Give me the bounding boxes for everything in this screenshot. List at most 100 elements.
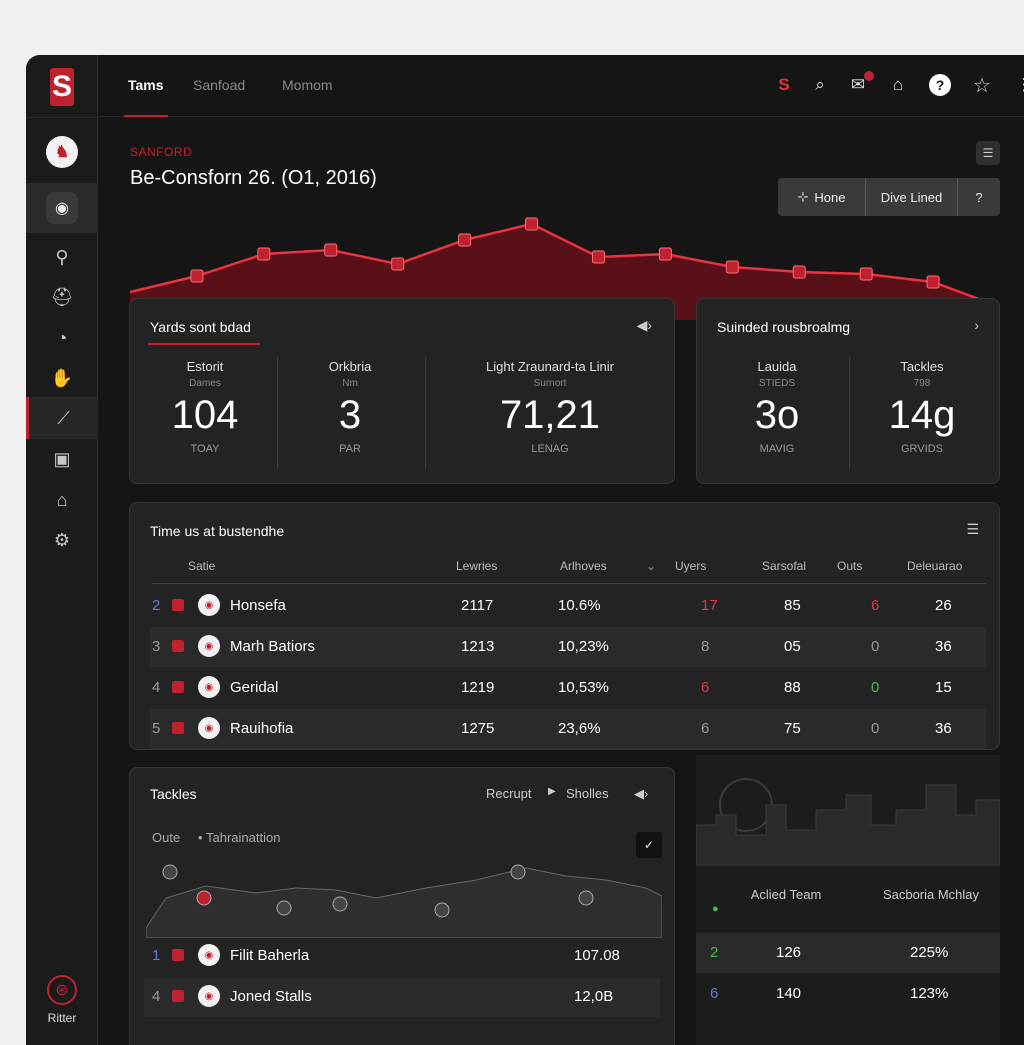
tab-tams[interactable]: Tams [128, 77, 164, 93]
player-avatar: ◉ [198, 594, 220, 616]
tackles-row[interactable]: 1 ◉ Filit Baherla 107.08 [144, 936, 660, 976]
trend-point[interactable] [324, 243, 338, 257]
home-icon[interactable]: ⌂ [886, 73, 910, 97]
trend-point[interactable] [591, 250, 605, 264]
tackles-point[interactable] [434, 902, 450, 918]
col-header-uyers[interactable]: Uyers [675, 559, 706, 573]
sidebar-item-training[interactable]: ✋ [26, 358, 98, 398]
col-header-arlhoves[interactable]: Arlhoves [560, 559, 607, 573]
team-flag-icon [172, 681, 184, 693]
trend-point[interactable] [926, 275, 940, 289]
tackles-point[interactable] [578, 890, 594, 906]
stat-footer: MAVIG [759, 443, 795, 455]
helmet-icon: ⛑ [50, 286, 74, 307]
stat-footer: TOAY [190, 443, 220, 455]
help-icon[interactable]: ? [928, 73, 952, 97]
col-header-name[interactable]: Satie [188, 559, 215, 573]
team-logo[interactable]: S [50, 68, 74, 106]
table-row[interactable]: 2 ◉ Honsefa 2117 10.6% 17 85 6 26 [150, 586, 986, 626]
active-tab-indicator [124, 115, 168, 117]
stat-value: 3o [754, 393, 800, 437]
sidebar-item-calendar[interactable]: ▣ [26, 439, 98, 479]
team-flag-icon [172, 949, 184, 961]
chevron-down-icon[interactable]: ⌄ [646, 559, 656, 573]
table-menu-icon[interactable]: ☰ [966, 521, 979, 538]
sidebar-item-players[interactable]: ⛑ [26, 277, 98, 317]
volume-icon[interactable]: ◀› [634, 786, 648, 802]
trend-point[interactable] [792, 265, 806, 279]
player-avatar: ◉ [198, 676, 220, 698]
star-icon[interactable]: ☆ [970, 73, 994, 97]
team-row[interactable]: 6 140 123% [696, 974, 1000, 1014]
cell-arlhoves: 10,23% [558, 638, 609, 655]
col-header-lewries[interactable]: Lewries [456, 559, 497, 573]
cell-lewries: 1219 [461, 679, 495, 696]
sidebar-item-analytics[interactable]: ⟋ [26, 397, 98, 439]
tab-momom[interactable]: Momom [282, 77, 333, 93]
sidebar-item-profile[interactable]: ◉ [26, 183, 98, 233]
notifications-icon[interactable]: ✉ [846, 71, 874, 97]
tackles-card-title: Tackles [150, 786, 197, 802]
search-icon[interactable]: ⌕ [808, 73, 832, 97]
sidebar-item-team[interactable]: ♞ [26, 132, 98, 172]
sidebar-footer[interactable]: ⊛ Ritter [26, 975, 98, 1025]
hamburger-menu-icon[interactable]: ☰ [976, 141, 1000, 165]
cell-sarsofal: 05 [784, 638, 801, 655]
glove-icon: ✋ [50, 367, 74, 388]
table-row[interactable]: 5 ◉ Rauihofia 1275 23,6% 6 75 0 36 [150, 709, 986, 749]
stat-sublabel: Nm [342, 378, 358, 389]
table-row[interactable]: 3 ◉ Marh Batiors 1213 10,23% 8 05 0 36 [150, 627, 986, 667]
gear-icon: ⚙ [53, 529, 71, 550]
player-avatar: ◉ [198, 635, 220, 657]
cell-arlhoves: 10,53% [558, 679, 609, 696]
tackles-point[interactable] [196, 890, 212, 906]
trend-point[interactable] [859, 267, 873, 281]
table-row[interactable]: 4 ◉ Geridal 1219 10,53% 6 88 0 15 [150, 668, 986, 708]
trend-point[interactable] [458, 233, 472, 247]
volume-icon[interactable]: ◀› [637, 317, 652, 334]
stat-sublabel: Surnort [533, 378, 567, 389]
side-stats-card: Suinded rousbroalmg › Lauida STIEDS 3o M… [696, 298, 1000, 484]
sidebar-item-schedule[interactable]: ◔ [26, 318, 98, 358]
sidebar-item-venues[interactable]: ⌂ [26, 480, 98, 520]
team-badge-icon[interactable]: S [772, 73, 796, 97]
sidebar-item-roster[interactable]: ⚲ [26, 237, 98, 277]
filter-recrupt[interactable]: Recrupt [486, 786, 532, 801]
more-options-icon[interactable]: ⋮ [1012, 73, 1024, 97]
stat-footer: GRVIDS [901, 443, 943, 455]
tackles-point[interactable] [510, 864, 526, 880]
chevron-right-icon[interactable]: › [974, 317, 979, 333]
tab-sanfoad[interactable]: Sanfoad [193, 77, 245, 93]
yards-card: Yards sont bdad ◀› Estorit Dames 104 TOA… [129, 298, 675, 484]
stat-value: 104 [171, 393, 239, 437]
trend-point[interactable] [525, 217, 539, 231]
trend-point[interactable] [658, 247, 672, 261]
stat-estorit: Estorit Dames 104 TOAY [150, 359, 260, 455]
col-header-outs[interactable]: Outs [837, 559, 862, 573]
trend-point[interactable] [190, 269, 204, 283]
cell-arlhoves: 10.6% [558, 597, 601, 614]
table-title: Time us at bustendhe [150, 523, 285, 539]
cell-outs: 0 [871, 679, 880, 696]
player-value: 12,0B [574, 988, 614, 1005]
filter-sholles[interactable]: Sholles [566, 786, 609, 801]
col-header-sarsofal[interactable]: Sarsofal [762, 559, 806, 573]
tackles-point[interactable] [162, 864, 178, 880]
stat-lauida: Lauida STIEDS 3o MAVIG [717, 359, 837, 455]
cell-outs: 0 [871, 638, 880, 655]
row-rank: 1 [152, 947, 161, 964]
checkbox-toggle[interactable]: ✓ [636, 832, 662, 858]
tackles-row[interactable]: 4 ◉ Joned Stalls 12,0B [144, 977, 660, 1017]
player-avatar: ◉ [198, 717, 220, 739]
sidebar-item-settings[interactable]: ⚙ [26, 520, 98, 560]
tackles-point[interactable] [332, 896, 348, 912]
team-value-a: 140 [776, 985, 802, 1002]
cell-deleuarao: 36 [935, 720, 952, 737]
trend-point[interactable] [391, 257, 405, 271]
trend-point[interactable] [257, 247, 271, 261]
team-row[interactable]: 2 126 225% [696, 933, 1000, 973]
clock-icon: ◔ [56, 327, 68, 348]
trend-point[interactable] [725, 260, 739, 274]
tackles-point[interactable] [276, 900, 292, 916]
col-header-deleuarao[interactable]: Deleuarao [907, 559, 962, 573]
